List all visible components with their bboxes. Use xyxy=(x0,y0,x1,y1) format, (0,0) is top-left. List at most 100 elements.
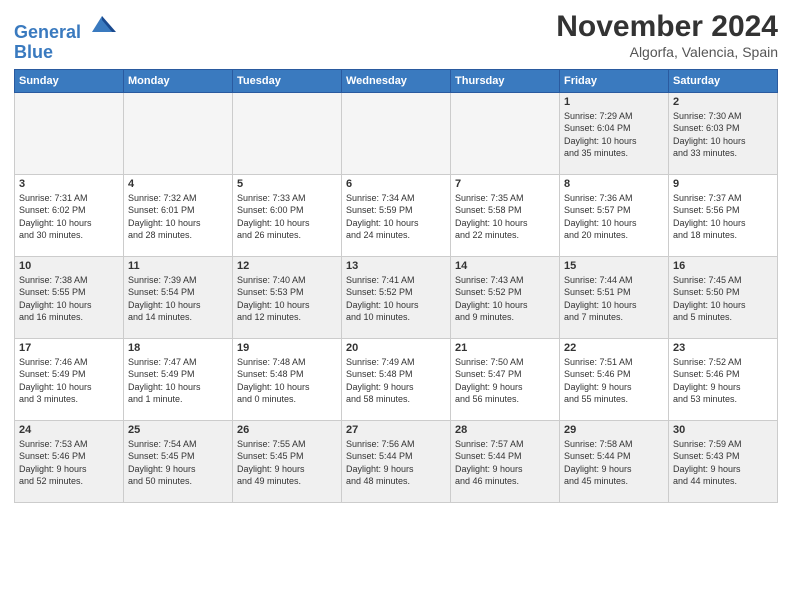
day-info: Sunrise: 7:38 AM Sunset: 5:55 PM Dayligh… xyxy=(19,274,119,324)
day-number: 9 xyxy=(673,178,773,190)
day-number: 21 xyxy=(455,342,555,354)
day-number: 19 xyxy=(237,342,337,354)
calendar-cell: 18 Sunrise: 7:47 AM Sunset: 5:49 PM Dayli… xyxy=(124,338,233,420)
day-info: Sunrise: 7:47 AM Sunset: 5:49 PM Dayligh… xyxy=(128,356,228,406)
calendar-cell xyxy=(233,92,342,174)
day-info: Sunrise: 7:46 AM Sunset: 5:49 PM Dayligh… xyxy=(19,356,119,406)
calendar-cell: 30 Sunrise: 7:59 AM Sunset: 5:43 PM Dayli… xyxy=(669,420,778,502)
day-number: 6 xyxy=(346,178,446,190)
calendar-week-row: 3 Sunrise: 7:31 AM Sunset: 6:02 PM Daylig… xyxy=(15,174,778,256)
day-number: 28 xyxy=(455,424,555,436)
day-number: 16 xyxy=(673,260,773,272)
day-number: 17 xyxy=(19,342,119,354)
calendar-cell: 1Sunrise: 7:29 AM Sunset: 6:04 PM Daylig… xyxy=(560,92,669,174)
weekday-header-row: SundayMondayTuesdayWednesdayThursdayFrid… xyxy=(15,69,778,92)
calendar-cell: 26 Sunrise: 7:55 AM Sunset: 5:45 PM Dayli… xyxy=(233,420,342,502)
weekday-header: Monday xyxy=(124,69,233,92)
day-info: Sunrise: 7:56 AM Sunset: 5:44 PM Dayligh… xyxy=(346,438,446,488)
day-info: Sunrise: 7:32 AM Sunset: 6:01 PM Dayligh… xyxy=(128,192,228,242)
calendar-cell xyxy=(124,92,233,174)
day-number: 30 xyxy=(673,424,773,436)
calendar-cell: 14Sunrise: 7:43 AM Sunset: 5:52 PM Dayli… xyxy=(451,256,560,338)
calendar-cell: 27Sunrise: 7:56 AM Sunset: 5:44 PM Dayli… xyxy=(342,420,451,502)
calendar-cell: 19 Sunrise: 7:48 AM Sunset: 5:48 PM Dayli… xyxy=(233,338,342,420)
calendar-cell: 3 Sunrise: 7:31 AM Sunset: 6:02 PM Daylig… xyxy=(15,174,124,256)
title-block: November 2024 Algorfa, Valencia, Spain xyxy=(556,10,778,60)
day-info: Sunrise: 7:53 AM Sunset: 5:46 PM Dayligh… xyxy=(19,438,119,488)
day-number: 5 xyxy=(237,178,337,190)
calendar-cell: 7Sunrise: 7:35 AM Sunset: 5:58 PM Daylig… xyxy=(451,174,560,256)
day-number: 1 xyxy=(564,96,664,108)
day-number: 13 xyxy=(346,260,446,272)
day-info: Sunrise: 7:34 AM Sunset: 5:59 PM Dayligh… xyxy=(346,192,446,242)
weekday-header: Wednesday xyxy=(342,69,451,92)
calendar-cell: 22Sunrise: 7:51 AM Sunset: 5:46 PM Dayli… xyxy=(560,338,669,420)
weekday-header: Saturday xyxy=(669,69,778,92)
logo-icon xyxy=(88,10,116,38)
logo: General Blue xyxy=(14,10,116,63)
day-number: 8 xyxy=(564,178,664,190)
calendar-cell: 4Sunrise: 7:32 AM Sunset: 6:01 PM Daylig… xyxy=(124,174,233,256)
calendar-cell: 8 Sunrise: 7:36 AM Sunset: 5:57 PM Daylig… xyxy=(560,174,669,256)
calendar-cell: 10 Sunrise: 7:38 AM Sunset: 5:55 PM Dayli… xyxy=(15,256,124,338)
calendar-cell: 9Sunrise: 7:37 AM Sunset: 5:56 PM Daylig… xyxy=(669,174,778,256)
day-info: Sunrise: 7:36 AM Sunset: 5:57 PM Dayligh… xyxy=(564,192,664,242)
calendar-cell xyxy=(451,92,560,174)
month-title: November 2024 xyxy=(556,10,778,44)
calendar-cell: 16 Sunrise: 7:45 AM Sunset: 5:50 PM Dayli… xyxy=(669,256,778,338)
day-number: 20 xyxy=(346,342,446,354)
calendar-cell: 15Sunrise: 7:44 AM Sunset: 5:51 PM Dayli… xyxy=(560,256,669,338)
calendar-week-row: 17 Sunrise: 7:46 AM Sunset: 5:49 PM Dayli… xyxy=(15,338,778,420)
calendar-cell: 11 Sunrise: 7:39 AM Sunset: 5:54 PM Dayli… xyxy=(124,256,233,338)
calendar-cell: 29 Sunrise: 7:58 AM Sunset: 5:44 PM Dayli… xyxy=(560,420,669,502)
day-info: Sunrise: 7:57 AM Sunset: 5:44 PM Dayligh… xyxy=(455,438,555,488)
day-info: Sunrise: 7:41 AM Sunset: 5:52 PM Dayligh… xyxy=(346,274,446,324)
day-info: Sunrise: 7:40 AM Sunset: 5:53 PM Dayligh… xyxy=(237,274,337,324)
calendar-cell: 24 Sunrise: 7:53 AM Sunset: 5:46 PM Dayli… xyxy=(15,420,124,502)
day-info: Sunrise: 7:58 AM Sunset: 5:44 PM Dayligh… xyxy=(564,438,664,488)
day-info: Sunrise: 7:35 AM Sunset: 5:58 PM Dayligh… xyxy=(455,192,555,242)
day-number: 26 xyxy=(237,424,337,436)
day-info: Sunrise: 7:49 AM Sunset: 5:48 PM Dayligh… xyxy=(346,356,446,406)
weekday-header: Tuesday xyxy=(233,69,342,92)
calendar-cell: 12Sunrise: 7:40 AM Sunset: 5:53 PM Dayli… xyxy=(233,256,342,338)
day-info: Sunrise: 7:31 AM Sunset: 6:02 PM Dayligh… xyxy=(19,192,119,242)
day-info: Sunrise: 7:39 AM Sunset: 5:54 PM Dayligh… xyxy=(128,274,228,324)
weekday-header: Thursday xyxy=(451,69,560,92)
calendar-cell: 13 Sunrise: 7:41 AM Sunset: 5:52 PM Dayli… xyxy=(342,256,451,338)
day-info: Sunrise: 7:45 AM Sunset: 5:50 PM Dayligh… xyxy=(673,274,773,324)
logo-text: General xyxy=(14,10,116,43)
calendar-cell: 2 Sunrise: 7:30 AM Sunset: 6:03 PM Daylig… xyxy=(669,92,778,174)
weekday-header: Sunday xyxy=(15,69,124,92)
day-info: Sunrise: 7:52 AM Sunset: 5:46 PM Dayligh… xyxy=(673,356,773,406)
day-number: 18 xyxy=(128,342,228,354)
header: General Blue November 2024 Algorfa, Vale… xyxy=(14,10,778,63)
day-info: Sunrise: 7:48 AM Sunset: 5:48 PM Dayligh… xyxy=(237,356,337,406)
day-info: Sunrise: 7:43 AM Sunset: 5:52 PM Dayligh… xyxy=(455,274,555,324)
calendar-cell: 5Sunrise: 7:33 AM Sunset: 6:00 PM Daylig… xyxy=(233,174,342,256)
calendar-cell: 17 Sunrise: 7:46 AM Sunset: 5:49 PM Dayli… xyxy=(15,338,124,420)
day-number: 29 xyxy=(564,424,664,436)
day-info: Sunrise: 7:30 AM Sunset: 6:03 PM Dayligh… xyxy=(673,110,773,160)
weekday-header: Friday xyxy=(560,69,669,92)
day-number: 24 xyxy=(19,424,119,436)
calendar-cell: 28 Sunrise: 7:57 AM Sunset: 5:44 PM Dayli… xyxy=(451,420,560,502)
logo-line2: Blue xyxy=(14,43,116,63)
day-info: Sunrise: 7:54 AM Sunset: 5:45 PM Dayligh… xyxy=(128,438,228,488)
day-number: 25 xyxy=(128,424,228,436)
calendar-cell xyxy=(342,92,451,174)
day-info: Sunrise: 7:50 AM Sunset: 5:47 PM Dayligh… xyxy=(455,356,555,406)
day-number: 11 xyxy=(128,260,228,272)
calendar-cell: 6 Sunrise: 7:34 AM Sunset: 5:59 PM Daylig… xyxy=(342,174,451,256)
calendar-week-row: 10 Sunrise: 7:38 AM Sunset: 5:55 PM Dayli… xyxy=(15,256,778,338)
calendar-table: SundayMondayTuesdayWednesdayThursdayFrid… xyxy=(14,69,778,503)
calendar-week-row: 24 Sunrise: 7:53 AM Sunset: 5:46 PM Dayli… xyxy=(15,420,778,502)
calendar-cell: 23Sunrise: 7:52 AM Sunset: 5:46 PM Dayli… xyxy=(669,338,778,420)
day-number: 2 xyxy=(673,96,773,108)
calendar-cell xyxy=(15,92,124,174)
day-number: 10 xyxy=(19,260,119,272)
day-number: 22 xyxy=(564,342,664,354)
day-info: Sunrise: 7:55 AM Sunset: 5:45 PM Dayligh… xyxy=(237,438,337,488)
day-info: Sunrise: 7:59 AM Sunset: 5:43 PM Dayligh… xyxy=(673,438,773,488)
day-number: 3 xyxy=(19,178,119,190)
